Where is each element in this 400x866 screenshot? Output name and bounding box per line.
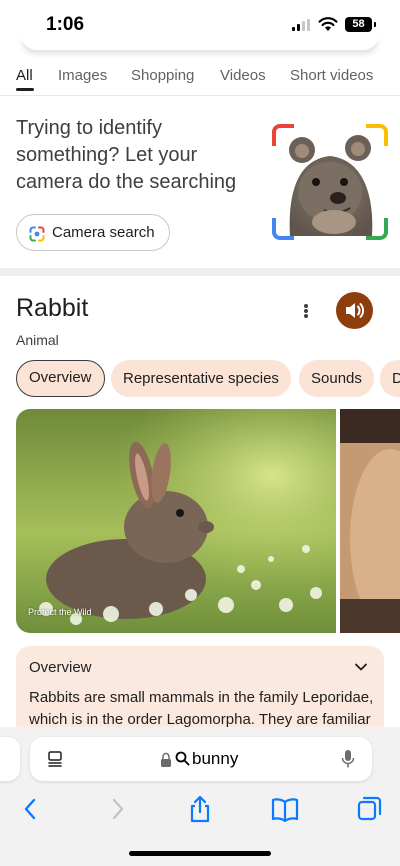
tab-images[interactable]: Images <box>58 67 107 84</box>
book-icon[interactable] <box>270 794 300 824</box>
rabbit-photo-2[interactable] <box>340 409 400 633</box>
rabbit-photo-2-art <box>340 409 400 633</box>
quokka-photo <box>289 135 373 236</box>
search-icon <box>175 751 190 766</box>
camera-search-button[interactable]: Camera search <box>16 214 170 251</box>
header-edge <box>22 36 378 50</box>
tab-videos[interactable]: Videos <box>220 67 266 84</box>
speaker-icon <box>346 303 365 318</box>
wifi-icon <box>318 17 338 31</box>
lock-icon <box>161 752 171 767</box>
previous-tab-peek[interactable] <box>0 737 20 781</box>
more-options-icon[interactable] <box>298 302 314 320</box>
mic-icon[interactable] <box>341 749 355 769</box>
chevron-left-icon[interactable] <box>16 794 46 824</box>
section-divider <box>0 268 400 276</box>
share-icon[interactable] <box>185 794 215 824</box>
entity-chips: Overview Representative species Sounds D <box>0 360 400 397</box>
address-query: bunny <box>192 749 239 768</box>
home-indicator <box>129 851 271 856</box>
tabs-icon[interactable] <box>355 794 385 824</box>
chip-sounds[interactable]: Sounds <box>299 360 374 397</box>
camera-search-label: Camera search <box>52 224 155 241</box>
rabbit-photo[interactable]: Protect the Wild <box>16 409 336 633</box>
chip-overview[interactable]: Overview <box>16 360 105 397</box>
chevron-right-icon[interactable] <box>102 794 132 824</box>
tab-all[interactable]: All <box>16 67 33 84</box>
tab-short-videos[interactable]: Short videos <box>290 67 373 84</box>
active-tab-indicator <box>16 88 34 91</box>
entity-title: Rabbit <box>16 294 89 322</box>
tab-shopping[interactable]: Shopping <box>131 67 194 84</box>
google-lens-icon <box>29 226 45 242</box>
battery-indicator: 58 <box>345 17 376 32</box>
signal-icon <box>292 19 312 31</box>
chip-representative-species[interactable]: Representative species <box>111 360 291 397</box>
lens-promo-text: Trying to identify something? Let your c… <box>16 117 237 193</box>
rabbit-photo-art <box>16 409 336 633</box>
browser-toolbar: bunny <box>0 727 400 866</box>
search-tabs: All Images Shopping Videos Short videos <box>0 64 400 96</box>
reader-icon[interactable] <box>46 750 64 768</box>
chip-next[interactable]: D <box>380 360 400 397</box>
overview-text: Rabbits are small mammals in the family … <box>29 689 374 728</box>
overview-heading: Overview <box>29 659 92 676</box>
image-credit: Protect the Wild <box>28 607 92 617</box>
pronounce-button[interactable] <box>336 292 373 329</box>
chevron-down-icon[interactable] <box>354 660 368 674</box>
address-bar[interactable]: bunny <box>30 737 372 781</box>
lens-example-image <box>272 124 388 240</box>
entity-subtitle: Animal <box>16 332 59 348</box>
status-time: 1:06 <box>46 14 85 35</box>
